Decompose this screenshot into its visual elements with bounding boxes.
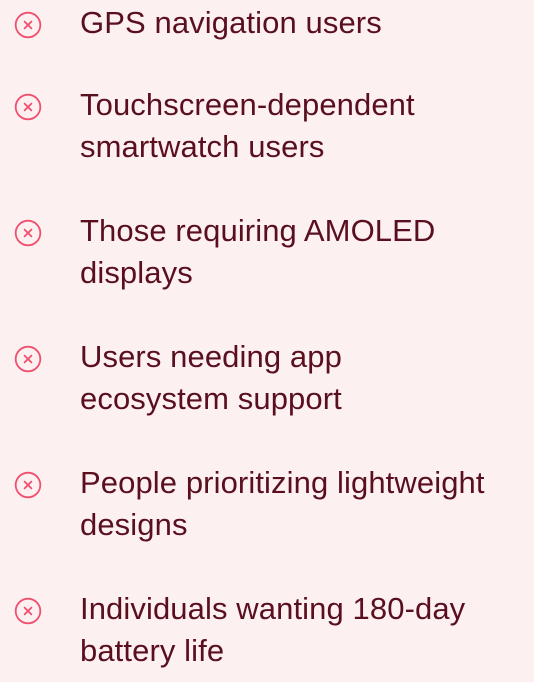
list-item-label: Touchscreen-dependent smartwatch users: [80, 87, 415, 164]
list-item-label: Those requiring AMOLED displays: [80, 213, 436, 290]
x-circle-icon: [14, 219, 42, 247]
x-circle-icon: [14, 11, 42, 39]
not-recommended-list: GPS navigation users Touchscreen-depende…: [0, 0, 534, 682]
x-circle-icon: [14, 345, 42, 373]
x-circle-icon: [14, 471, 42, 499]
x-circle-icon: [14, 597, 42, 625]
list-item-label: GPS navigation users: [80, 5, 382, 40]
list-item-label: Individuals wanting 180-day battery life: [80, 591, 466, 668]
list-item-label: People prioritizing lightweight designs: [80, 465, 485, 542]
list-item-label: Users needing app ecosystem support: [80, 339, 342, 416]
x-circle-icon: [14, 93, 42, 121]
